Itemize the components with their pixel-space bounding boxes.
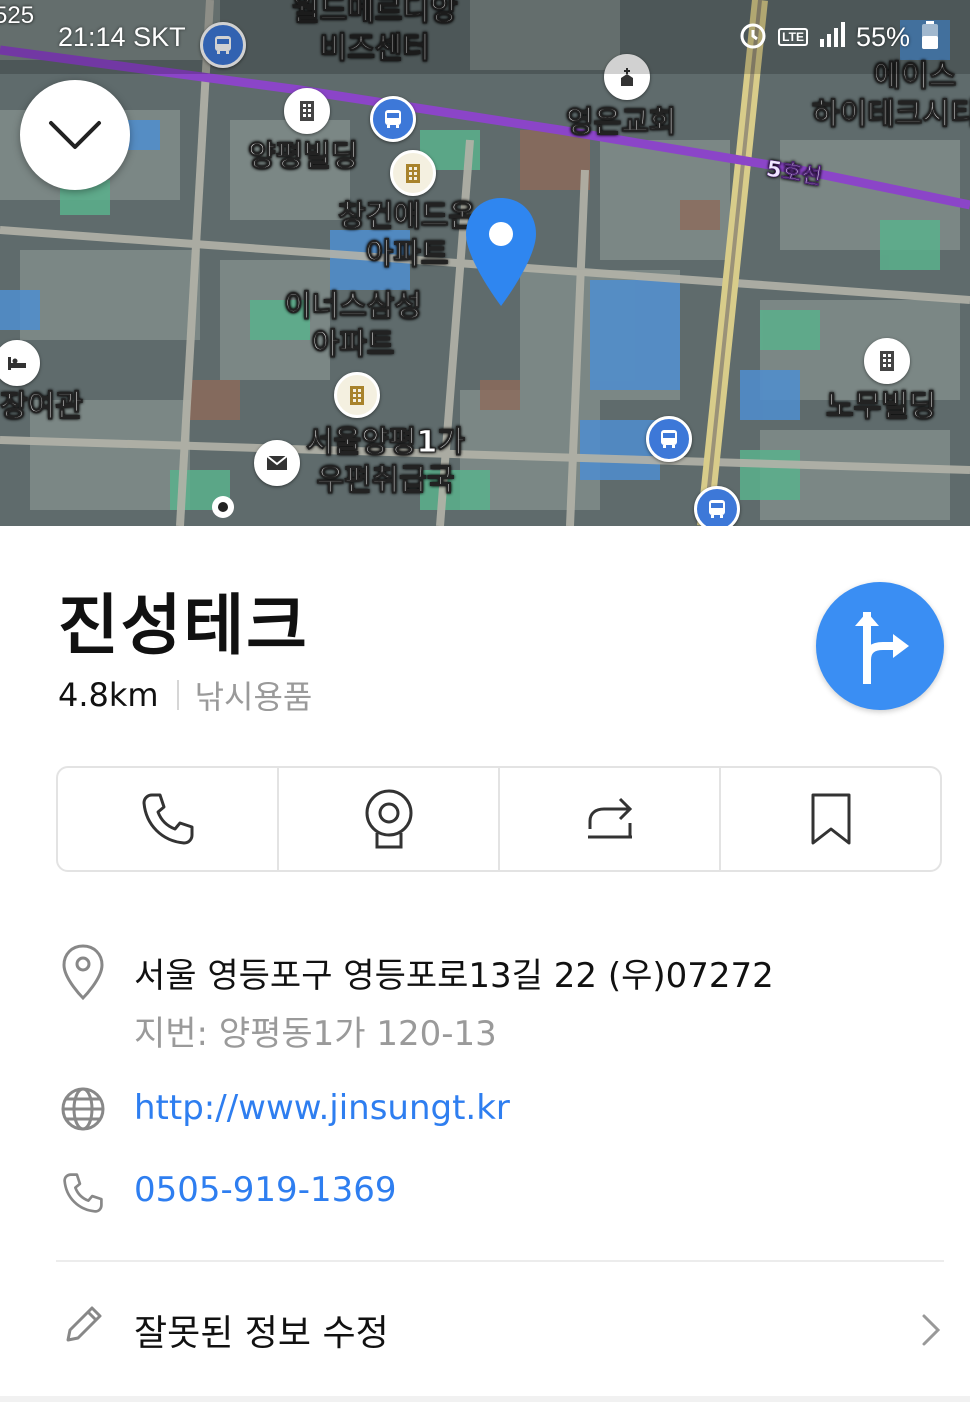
battery-level: 55% xyxy=(855,21,910,52)
chevron-right-icon xyxy=(922,1314,941,1346)
map-label-yangpyeong-building: 양평빌딩 xyxy=(247,139,359,175)
phone-icon xyxy=(63,1173,103,1213)
battery-icon xyxy=(920,20,940,54)
map-view[interactable]: 5호선 월드메르디앙 비즈센터 영은교회 에이스 하이테크시티 양평빌딩 창건애… xyxy=(0,0,970,526)
map-label-jang-inn: 장여관 xyxy=(0,389,83,425)
signal-icon xyxy=(818,21,846,53)
directions-icon xyxy=(855,612,909,684)
website-link[interactable]: http://www.jinsungt.kr xyxy=(134,1088,510,1128)
status-partial: 525 xyxy=(0,2,35,29)
share-icon xyxy=(587,797,632,839)
globe-icon xyxy=(61,1087,105,1131)
map-label-church: 영은교회 xyxy=(565,105,677,141)
network-type: LTE xyxy=(778,28,808,46)
building-icon[interactable] xyxy=(864,338,910,384)
building-icon[interactable] xyxy=(284,88,330,134)
bus-stop-icon[interactable] xyxy=(646,416,692,462)
map-label-post-office: 서울양평1가 우편취급국 xyxy=(306,425,466,498)
apartment-icon[interactable] xyxy=(390,150,436,196)
directions-button[interactable] xyxy=(816,582,944,710)
meta-divider xyxy=(176,680,179,710)
subway-station-icon[interactable] xyxy=(212,496,234,518)
phone-number-link[interactable]: 0505-919-1369 xyxy=(134,1170,397,1210)
phone-icon xyxy=(142,793,193,845)
place-category: 낚시용품 xyxy=(194,678,313,716)
place-meta: 4.8km 낚시용품 xyxy=(58,672,312,718)
location-pin-icon xyxy=(462,194,540,314)
pencil-icon xyxy=(66,1306,102,1342)
share-button[interactable] xyxy=(500,768,721,870)
edit-info-label[interactable]: 잘못된 정보 수정 xyxy=(134,1304,389,1356)
place-name: 진성테크 xyxy=(58,587,309,664)
road-address[interactable]: 서울 영등포구 영등포로13길 22 (우)07272 xyxy=(134,948,774,997)
lot-address: 지번: 양평동1가 120-13 xyxy=(134,1014,497,1054)
bottom-edge xyxy=(0,1396,970,1402)
status-time: 21:14 SKT xyxy=(58,22,186,52)
collapse-button[interactable] xyxy=(20,80,130,190)
map-label-innos-apt: 이너스삼성 아파트 xyxy=(284,289,423,362)
roadview-camera-icon xyxy=(365,789,412,849)
map-label-changgun-apt: 창건애드온 아파트 xyxy=(338,199,477,272)
action-bar xyxy=(56,766,942,872)
place-distance: 4.8km xyxy=(58,676,159,714)
bookmark-icon xyxy=(811,793,850,845)
location-marker-icon xyxy=(62,944,104,1001)
post-office-icon[interactable] xyxy=(254,440,300,486)
bus-stop-icon[interactable] xyxy=(694,486,740,526)
divider xyxy=(56,1260,944,1262)
map-label-nomu-building: 노무빌딩 xyxy=(825,389,937,425)
bus-stop-icon[interactable] xyxy=(370,96,416,142)
call-button[interactable] xyxy=(58,768,279,870)
apartment-icon[interactable] xyxy=(334,372,380,418)
roadview-button[interactable] xyxy=(279,768,500,870)
chevron-down-icon xyxy=(49,121,101,149)
alarm-icon xyxy=(738,20,768,54)
bookmark-button[interactable] xyxy=(721,768,940,870)
status-bar: 525 21:14 SKT LTE 55% xyxy=(0,0,970,74)
